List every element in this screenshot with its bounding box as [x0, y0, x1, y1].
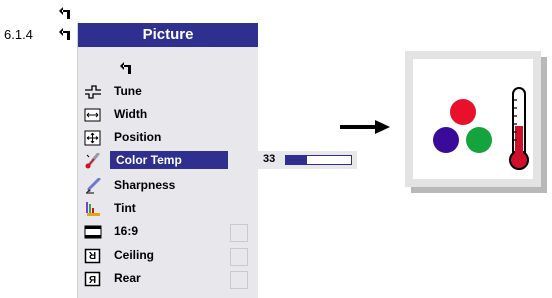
menu-back-icon[interactable]	[118, 61, 134, 80]
slider-value: 33	[263, 153, 276, 165]
purple-circle	[433, 127, 459, 153]
menu-item-label: Color Temp	[110, 151, 228, 169]
tint-icon	[84, 201, 102, 217]
tune-icon	[84, 84, 102, 100]
menu-item-16-9[interactable]: 16:9	[78, 221, 258, 243]
svg-text:R: R	[88, 249, 96, 260]
slider-fill	[286, 156, 308, 164]
color-temp-illustration	[433, 87, 529, 170]
rear-checkbox[interactable]	[230, 271, 248, 289]
menu-item-label: Sharpness	[114, 178, 176, 192]
menu-item-tint[interactable]: Tint	[78, 198, 258, 220]
color-temp-preview-panel	[405, 51, 541, 187]
return-arrow-icon	[58, 6, 72, 25]
menu-item-label: Rear	[114, 271, 141, 285]
green-circle	[466, 127, 492, 153]
ceiling-checkbox[interactable]	[230, 248, 248, 266]
menu-title: Picture	[78, 23, 258, 47]
rear-icon: R	[84, 271, 102, 287]
position-icon	[84, 130, 102, 146]
menu-item-label: Width	[114, 107, 148, 121]
menu-item-ceiling[interactable]: R Ceiling	[78, 245, 258, 267]
menu-item-position[interactable]: Position	[78, 127, 258, 149]
svg-text:R: R	[88, 275, 96, 286]
right-arrow-icon	[339, 118, 391, 141]
picture-menu: Picture Tune Width Position Color Temp S…	[77, 23, 258, 298]
thermometer-icon	[84, 152, 102, 169]
menu-item-label: Ceiling	[114, 248, 155, 262]
return-arrow-icon	[58, 27, 72, 46]
aspect-icon	[84, 224, 102, 240]
menu-item-rear[interactable]: R Rear	[78, 268, 258, 290]
section-number: 6.1.4	[4, 27, 33, 42]
menu-item-label: Position	[114, 130, 162, 144]
preview-panel-inner	[413, 59, 533, 179]
sharpness-icon	[84, 177, 102, 194]
aspect-checkbox[interactable]	[230, 224, 248, 242]
menu-item-label: Tint	[114, 201, 136, 215]
menu-item-label: 16:9	[114, 224, 139, 238]
menu-item-tune[interactable]: Tune	[78, 81, 258, 103]
slider-track[interactable]	[285, 155, 352, 165]
thermometer-icon	[509, 87, 529, 170]
width-icon	[84, 107, 102, 123]
color-temp-value-slider[interactable]: 33	[257, 151, 357, 169]
menu-item-sharpness[interactable]: Sharpness	[78, 175, 258, 197]
ceiling-icon: R	[84, 248, 102, 264]
menu-item-label: Tune	[114, 84, 142, 98]
menu-item-color-temp[interactable]: Color Temp	[78, 150, 258, 172]
menu-item-width[interactable]: Width	[78, 104, 258, 126]
red-circle	[450, 99, 476, 125]
